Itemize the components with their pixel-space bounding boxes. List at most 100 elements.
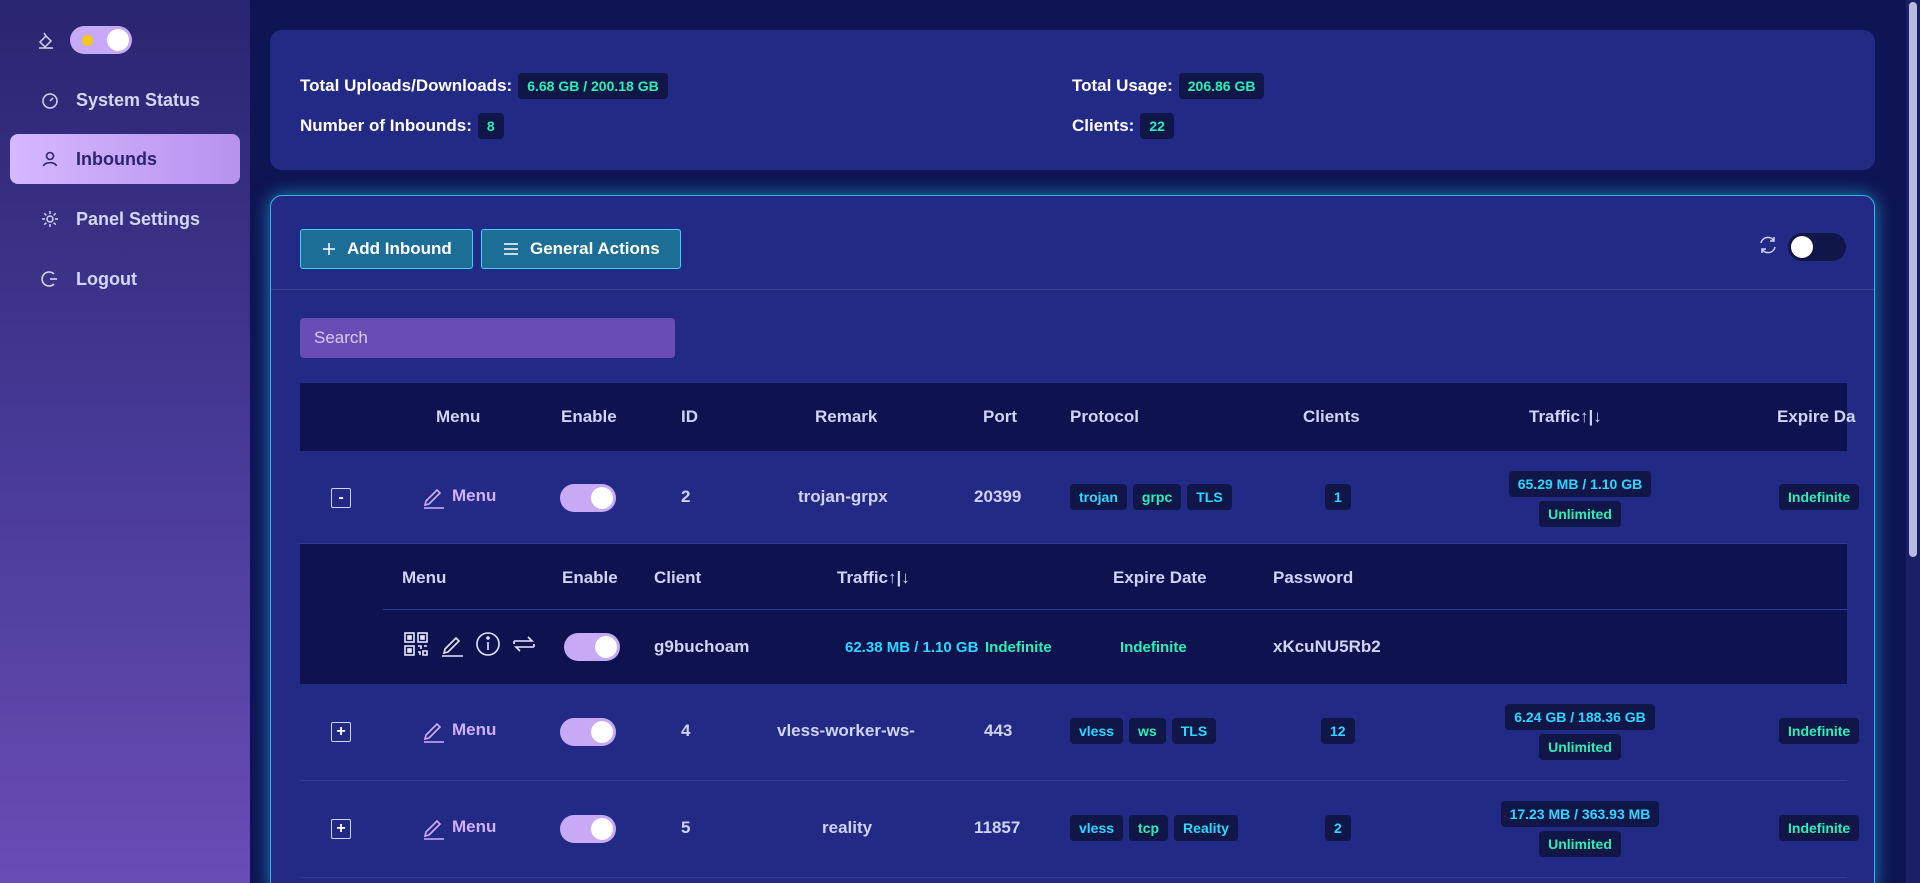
col-expire[interactable]: Expire Da xyxy=(1777,407,1855,427)
inbounds-panel: Add Inbound General Actions Menu Enable … xyxy=(270,195,1875,883)
sub-col-enable: Enable xyxy=(562,568,618,587)
sidebar-item-logout[interactable]: Logout xyxy=(10,254,240,304)
stat-total-uploads: Total Uploads/Downloads: 6.68 GB / 200.1… xyxy=(300,73,668,99)
enable-switch[interactable] xyxy=(560,484,616,512)
divider xyxy=(271,289,1874,290)
refresh-icon[interactable] xyxy=(1757,234,1779,256)
menu-label: Menu xyxy=(452,720,497,739)
traffic-cell: 6.24 GB / 188.36 GB Unlimited xyxy=(1500,704,1660,760)
network-tag: tcp xyxy=(1129,815,1169,841)
clients-tag: 1 xyxy=(1325,484,1351,510)
row-menu-button[interactable]: Menu xyxy=(420,483,496,509)
client-enable-switch[interactable] xyxy=(564,633,620,661)
menu-label: Menu xyxy=(452,486,497,505)
search-input[interactable] xyxy=(300,318,675,358)
user-icon xyxy=(42,151,58,167)
sidebar-item-label: System Status xyxy=(76,89,201,110)
sub-col-traffic[interactable]: Traffic↑|↓ xyxy=(837,568,910,588)
edit-icon[interactable] xyxy=(438,630,466,658)
general-actions-button[interactable]: General Actions xyxy=(481,229,681,269)
switch-knob xyxy=(591,818,613,840)
client-expire: Indefinite xyxy=(1120,639,1187,656)
security-tag: TLS xyxy=(1187,484,1232,510)
sidebar-item-inbounds[interactable]: Inbounds xyxy=(10,134,240,184)
stat-label: Number of Inbounds: xyxy=(300,116,472,135)
client-actions xyxy=(402,630,538,658)
clients-count[interactable]: 1 xyxy=(1325,484,1351,510)
limit-tag: Unlimited xyxy=(1539,734,1621,760)
theme-toggle[interactable] xyxy=(70,26,132,54)
qrcode-icon[interactable] xyxy=(402,630,430,658)
expand-button[interactable]: + xyxy=(331,722,351,742)
traffic-cell: 17.23 MB / 363.93 MB Unlimited xyxy=(1490,801,1670,857)
protocol-tag: trojan xyxy=(1070,484,1127,510)
enable-switch[interactable] xyxy=(560,815,616,843)
add-inbound-button[interactable]: Add Inbound xyxy=(300,229,473,269)
toggle-knob xyxy=(1791,236,1813,258)
table-header: Menu Enable ID Remark Port Protocol Clie… xyxy=(300,383,1855,451)
client-subtable-inner: Menu Enable Client Traffic↑|↓ Expire Dat… xyxy=(383,544,1847,684)
sidebar-item-panel-settings[interactable]: Panel Settings xyxy=(10,194,240,244)
gear-icon xyxy=(42,211,58,227)
col-protocol: Protocol xyxy=(1070,407,1139,426)
menu-lines-icon xyxy=(504,243,518,255)
sub-col-client: Client xyxy=(654,568,702,587)
scrollbar-thumb[interactable] xyxy=(1909,2,1917,557)
row-remark: reality xyxy=(822,818,873,837)
stat-value: 6.68 GB / 200.18 GB xyxy=(518,73,668,99)
table-row: + Menu 5 reality 11857 vless tcp Reality… xyxy=(300,781,1860,878)
limit-tag: Unlimited xyxy=(1539,831,1621,857)
col-remark: Remark xyxy=(815,407,878,426)
traffic-cell: 65.29 MB / 1.10 GB Unlimited xyxy=(1500,471,1660,527)
stats-card: Total Uploads/Downloads: 6.68 GB / 200.1… xyxy=(270,30,1875,170)
stat-number-of-inbounds: Number of Inbounds: 8 xyxy=(300,113,504,139)
enable-switch[interactable] xyxy=(560,718,616,746)
client-traffic: 62.38 MB / 1.10 GB xyxy=(845,639,979,656)
switch-knob xyxy=(595,636,617,658)
toggle-knob xyxy=(107,29,129,51)
sidebar-item-label: Logout xyxy=(76,268,137,289)
auto-refresh-toggle[interactable] xyxy=(1788,233,1846,261)
stat-label: Clients: xyxy=(1072,116,1135,135)
col-enable: Enable xyxy=(561,407,617,426)
row-menu-button[interactable]: Menu xyxy=(420,717,496,743)
stat-value: 206.86 GB xyxy=(1178,73,1265,99)
stat-total-usage: Total Usage: 206.86 GB xyxy=(1072,73,1265,99)
row-remark: trojan-grpx xyxy=(798,487,888,506)
client-subtable-header: Menu Enable Client Traffic↑|↓ Expire Dat… xyxy=(383,544,1847,610)
row-port: 11857 xyxy=(974,818,1021,837)
page-scrollbar[interactable] xyxy=(1906,0,1920,883)
protocol-tag: vless xyxy=(1070,815,1124,841)
sub-col-expire: Expire Date xyxy=(1113,568,1207,587)
switch-knob xyxy=(591,487,613,509)
row-port: 443 xyxy=(984,721,1013,740)
traffic-tag: 6.24 GB / 188.36 GB xyxy=(1505,704,1655,730)
logout-icon xyxy=(41,271,57,287)
reset-traffic-icon[interactable] xyxy=(510,630,538,658)
protocol-tag: vless xyxy=(1070,718,1124,744)
table-row: - Menu 2 trojan-grpx 20399 trojan grpc T… xyxy=(300,451,1860,544)
main-content: Total Uploads/Downloads: 6.68 GB / 200.1… xyxy=(250,0,1920,883)
col-clients[interactable]: Clients xyxy=(1303,407,1360,427)
col-port: Port xyxy=(983,407,1017,426)
paint-bucket-icon[interactable] xyxy=(36,30,56,50)
collapse-button[interactable]: - xyxy=(331,488,351,508)
col-traffic[interactable]: Traffic↑|↓ xyxy=(1529,407,1602,427)
row-port: 20399 xyxy=(974,487,1022,506)
network-tag: ws xyxy=(1129,718,1166,744)
menu-label: Menu xyxy=(452,817,497,836)
table-row: + Menu 4 vless-worker-ws- 443 vless ws T… xyxy=(300,684,1860,781)
add-inbound-label: Add Inbound xyxy=(347,239,452,258)
stat-value: 8 xyxy=(477,113,504,139)
row-menu-button[interactable]: Menu xyxy=(420,814,496,840)
sidebar-item-system-status[interactable]: System Status xyxy=(10,75,240,125)
traffic-tag: 65.29 MB / 1.10 GB xyxy=(1508,471,1652,497)
clients-count[interactable]: 2 xyxy=(1325,815,1351,841)
clients-count[interactable]: 12 xyxy=(1321,718,1355,744)
plus-icon xyxy=(323,243,335,255)
limit-tag: Unlimited xyxy=(1539,501,1621,527)
expand-button[interactable]: + xyxy=(331,819,351,839)
expire-tag: Indefinite xyxy=(1779,815,1860,841)
info-icon[interactable] xyxy=(474,630,502,658)
col-id: ID xyxy=(681,407,698,426)
